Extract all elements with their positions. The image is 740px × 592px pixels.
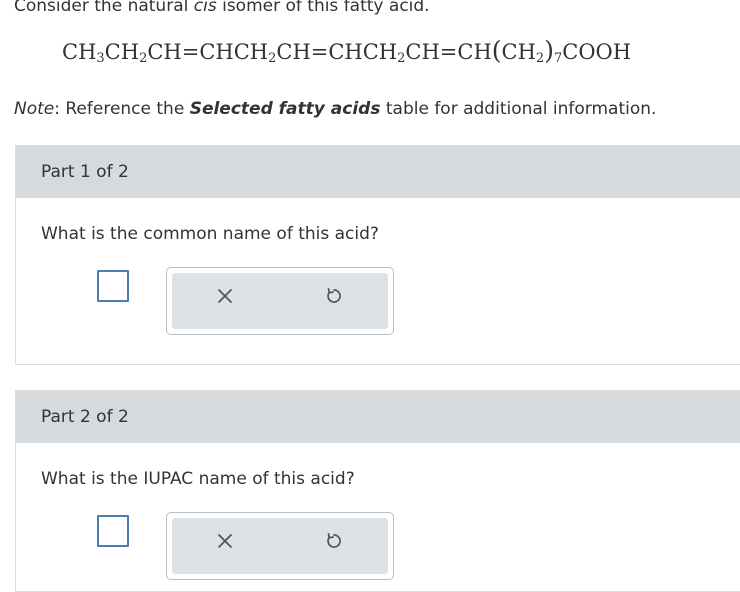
formula-subscript: 7 — [553, 51, 563, 66]
formula-part: CH — [62, 40, 97, 64]
undo-circular-arrow-icon — [327, 287, 341, 303]
note-text-2: table for additional information. — [380, 99, 657, 119]
part-1-question: What is the common name of this acid? — [41, 224, 379, 244]
part-1-section: Part 1 of 2 What is the common name of t… — [15, 145, 740, 365]
formula-part: CH=CH — [405, 40, 492, 64]
formula-subscript: 2 — [139, 51, 148, 66]
part-2-answer-input[interactable] — [97, 515, 129, 547]
formula-subscript: 3 — [96, 51, 105, 66]
close-x-icon — [218, 534, 232, 548]
part-2-tool-panel — [166, 512, 394, 580]
problem-intro: Consider the natural cis isomer of this … — [14, 0, 430, 16]
undo-circular-arrow-icon — [327, 532, 341, 548]
intro-cis-italic: cis — [193, 0, 217, 16]
part-1-title: Part 1 of 2 — [41, 162, 129, 182]
formula-subscript: 2 — [535, 51, 545, 66]
part-1-tool-panel — [166, 267, 394, 335]
part-2-section: Part 2 of 2 What is the IUPAC name of th… — [15, 390, 740, 592]
formula-paren: ( — [491, 36, 502, 65]
reference-note: Note: Reference the Selected fatty acids… — [14, 99, 656, 119]
formula-subscript: 2 — [268, 51, 277, 66]
part-2-tool-panel-bg — [172, 518, 388, 574]
formula-part: CH=CHCH — [147, 40, 269, 64]
part-1-reset-button[interactable] — [319, 281, 349, 311]
part-1-tool-panel-bg — [172, 273, 388, 329]
part-1-answer-input[interactable] — [97, 270, 129, 302]
note-label: Note — [14, 99, 55, 119]
part-1-clear-button[interactable] — [210, 281, 240, 311]
intro-text-after: isomer of this fatty acid. — [216, 0, 430, 16]
part-1-header: Part 1 of 2 — [16, 146, 740, 198]
part-2-title: Part 2 of 2 — [41, 407, 129, 427]
formula-subscript: 2 — [397, 51, 406, 66]
note-text-1: : Reference the — [54, 99, 190, 119]
part-2-header: Part 2 of 2 — [16, 391, 740, 443]
formula-part: CH — [104, 40, 140, 64]
formula-part: COOH — [562, 40, 632, 64]
part-2-question: What is the IUPAC name of this acid? — [41, 469, 355, 489]
formula-paren: ) — [544, 36, 554, 65]
close-x-icon — [218, 289, 232, 303]
formula-part: CH=CHCH — [276, 40, 398, 64]
note-table-name: Selected fatty acids — [189, 99, 381, 119]
formula-part: CH — [501, 40, 536, 64]
part-2-clear-button[interactable] — [210, 526, 240, 556]
fatty-acid-formula: CH3CH2CH=CHCH2CH=CHCH2CH=CH(CH2)7COOH — [62, 36, 632, 66]
intro-text-before: Consider the natural — [14, 0, 194, 16]
part-2-reset-button[interactable] — [319, 526, 349, 556]
